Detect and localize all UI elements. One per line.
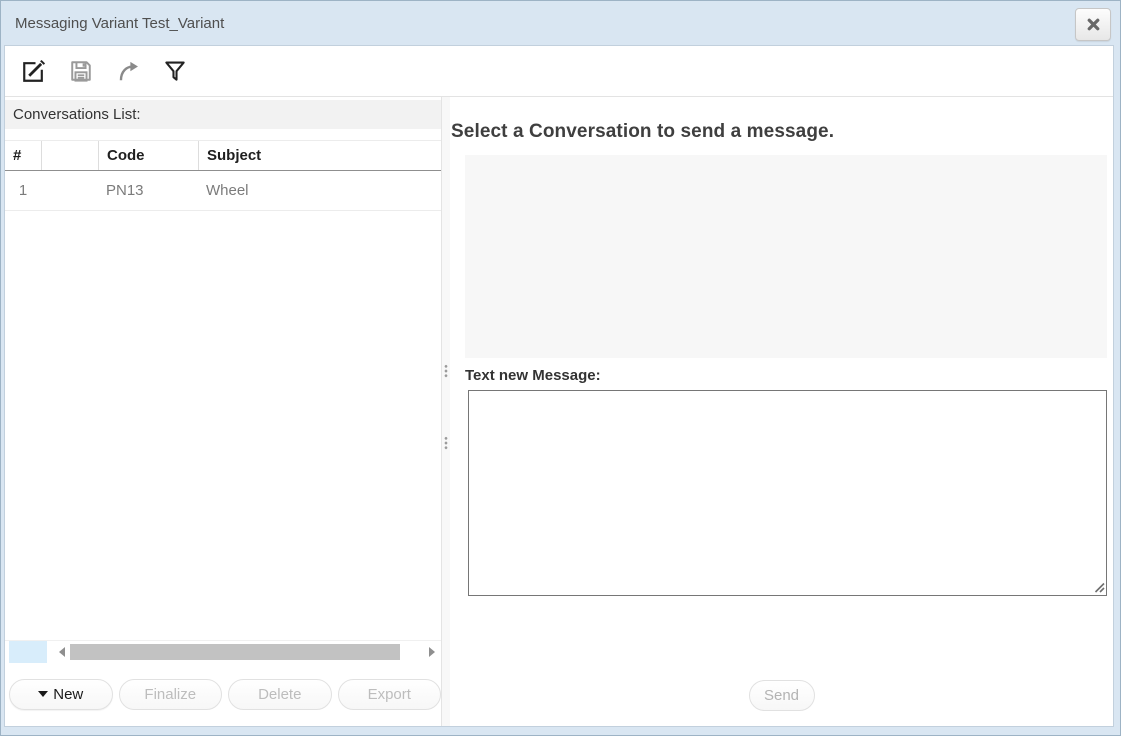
chevron-down-icon	[38, 691, 48, 697]
scrollbar-track[interactable]	[65, 641, 429, 663]
close-icon	[1085, 16, 1102, 33]
column-header-num: #	[5, 141, 41, 170]
titlebar: Messaging Variant Test_Variant	[4, 3, 1113, 44]
new-button[interactable]: New	[9, 679, 113, 710]
main-area: Conversations List: # Code Subject 1 PN1…	[5, 97, 1113, 726]
filter-icon[interactable]	[162, 58, 188, 84]
delete-button-label: Delete	[258, 686, 301, 703]
table-header-row: # Code Subject	[5, 140, 441, 171]
scrollbar-corner	[9, 641, 47, 663]
row-subject-cell: Wheel	[198, 182, 441, 199]
window-title: Messaging Variant Test_Variant	[15, 15, 224, 32]
edit-icon[interactable]	[21, 58, 47, 84]
message-panel: Select a Conversation to send a message.…	[450, 97, 1113, 726]
conversations-list-label: Conversations List:	[13, 106, 141, 123]
column-header-code: Code	[98, 141, 198, 170]
delete-button[interactable]: Delete	[228, 679, 332, 710]
splitter-grip-icon	[444, 436, 448, 450]
send-button-row: Send	[450, 680, 1113, 711]
finalize-button[interactable]: Finalize	[119, 679, 223, 710]
horizontal-scrollbar	[5, 640, 441, 662]
redo-icon	[115, 58, 141, 84]
message-history-area	[465, 155, 1107, 358]
scrollbar-thumb[interactable]	[70, 644, 400, 660]
save-icon	[68, 58, 94, 84]
toolbar	[5, 46, 1113, 97]
row-num-cell: 1	[5, 182, 41, 199]
table-row[interactable]: 1 PN13 Wheel	[5, 171, 441, 211]
conversations-list-header: Conversations List:	[5, 100, 441, 129]
new-button-label: New	[53, 686, 83, 703]
new-message-label: Text new Message:	[465, 367, 1113, 384]
select-conversation-heading: Select a Conversation to send a message.	[451, 121, 1113, 143]
left-footer-buttons: New Finalize Delete Export	[5, 662, 441, 726]
send-button[interactable]: Send	[749, 680, 815, 711]
message-textarea-wrap	[468, 390, 1107, 596]
column-header-subject: Subject	[198, 141, 441, 170]
finalize-button-label: Finalize	[144, 686, 196, 703]
row-code-cell: PN13	[98, 182, 198, 199]
panel-splitter[interactable]	[442, 97, 450, 726]
conversations-panel: Conversations List: # Code Subject 1 PN1…	[5, 97, 442, 726]
splitter-grip-icon	[444, 364, 448, 378]
send-button-label: Send	[764, 687, 799, 704]
export-button[interactable]: Export	[338, 679, 442, 710]
messaging-dialog-window: Messaging Variant Test_Variant	[0, 0, 1121, 736]
table-empty-area	[5, 211, 441, 640]
close-button[interactable]	[1075, 8, 1111, 41]
message-textarea[interactable]	[468, 390, 1107, 596]
dialog-content: Conversations List: # Code Subject 1 PN1…	[4, 45, 1114, 727]
export-button-label: Export	[368, 686, 411, 703]
scroll-right-arrow-icon[interactable]	[429, 647, 435, 657]
column-header-blank	[41, 141, 98, 170]
